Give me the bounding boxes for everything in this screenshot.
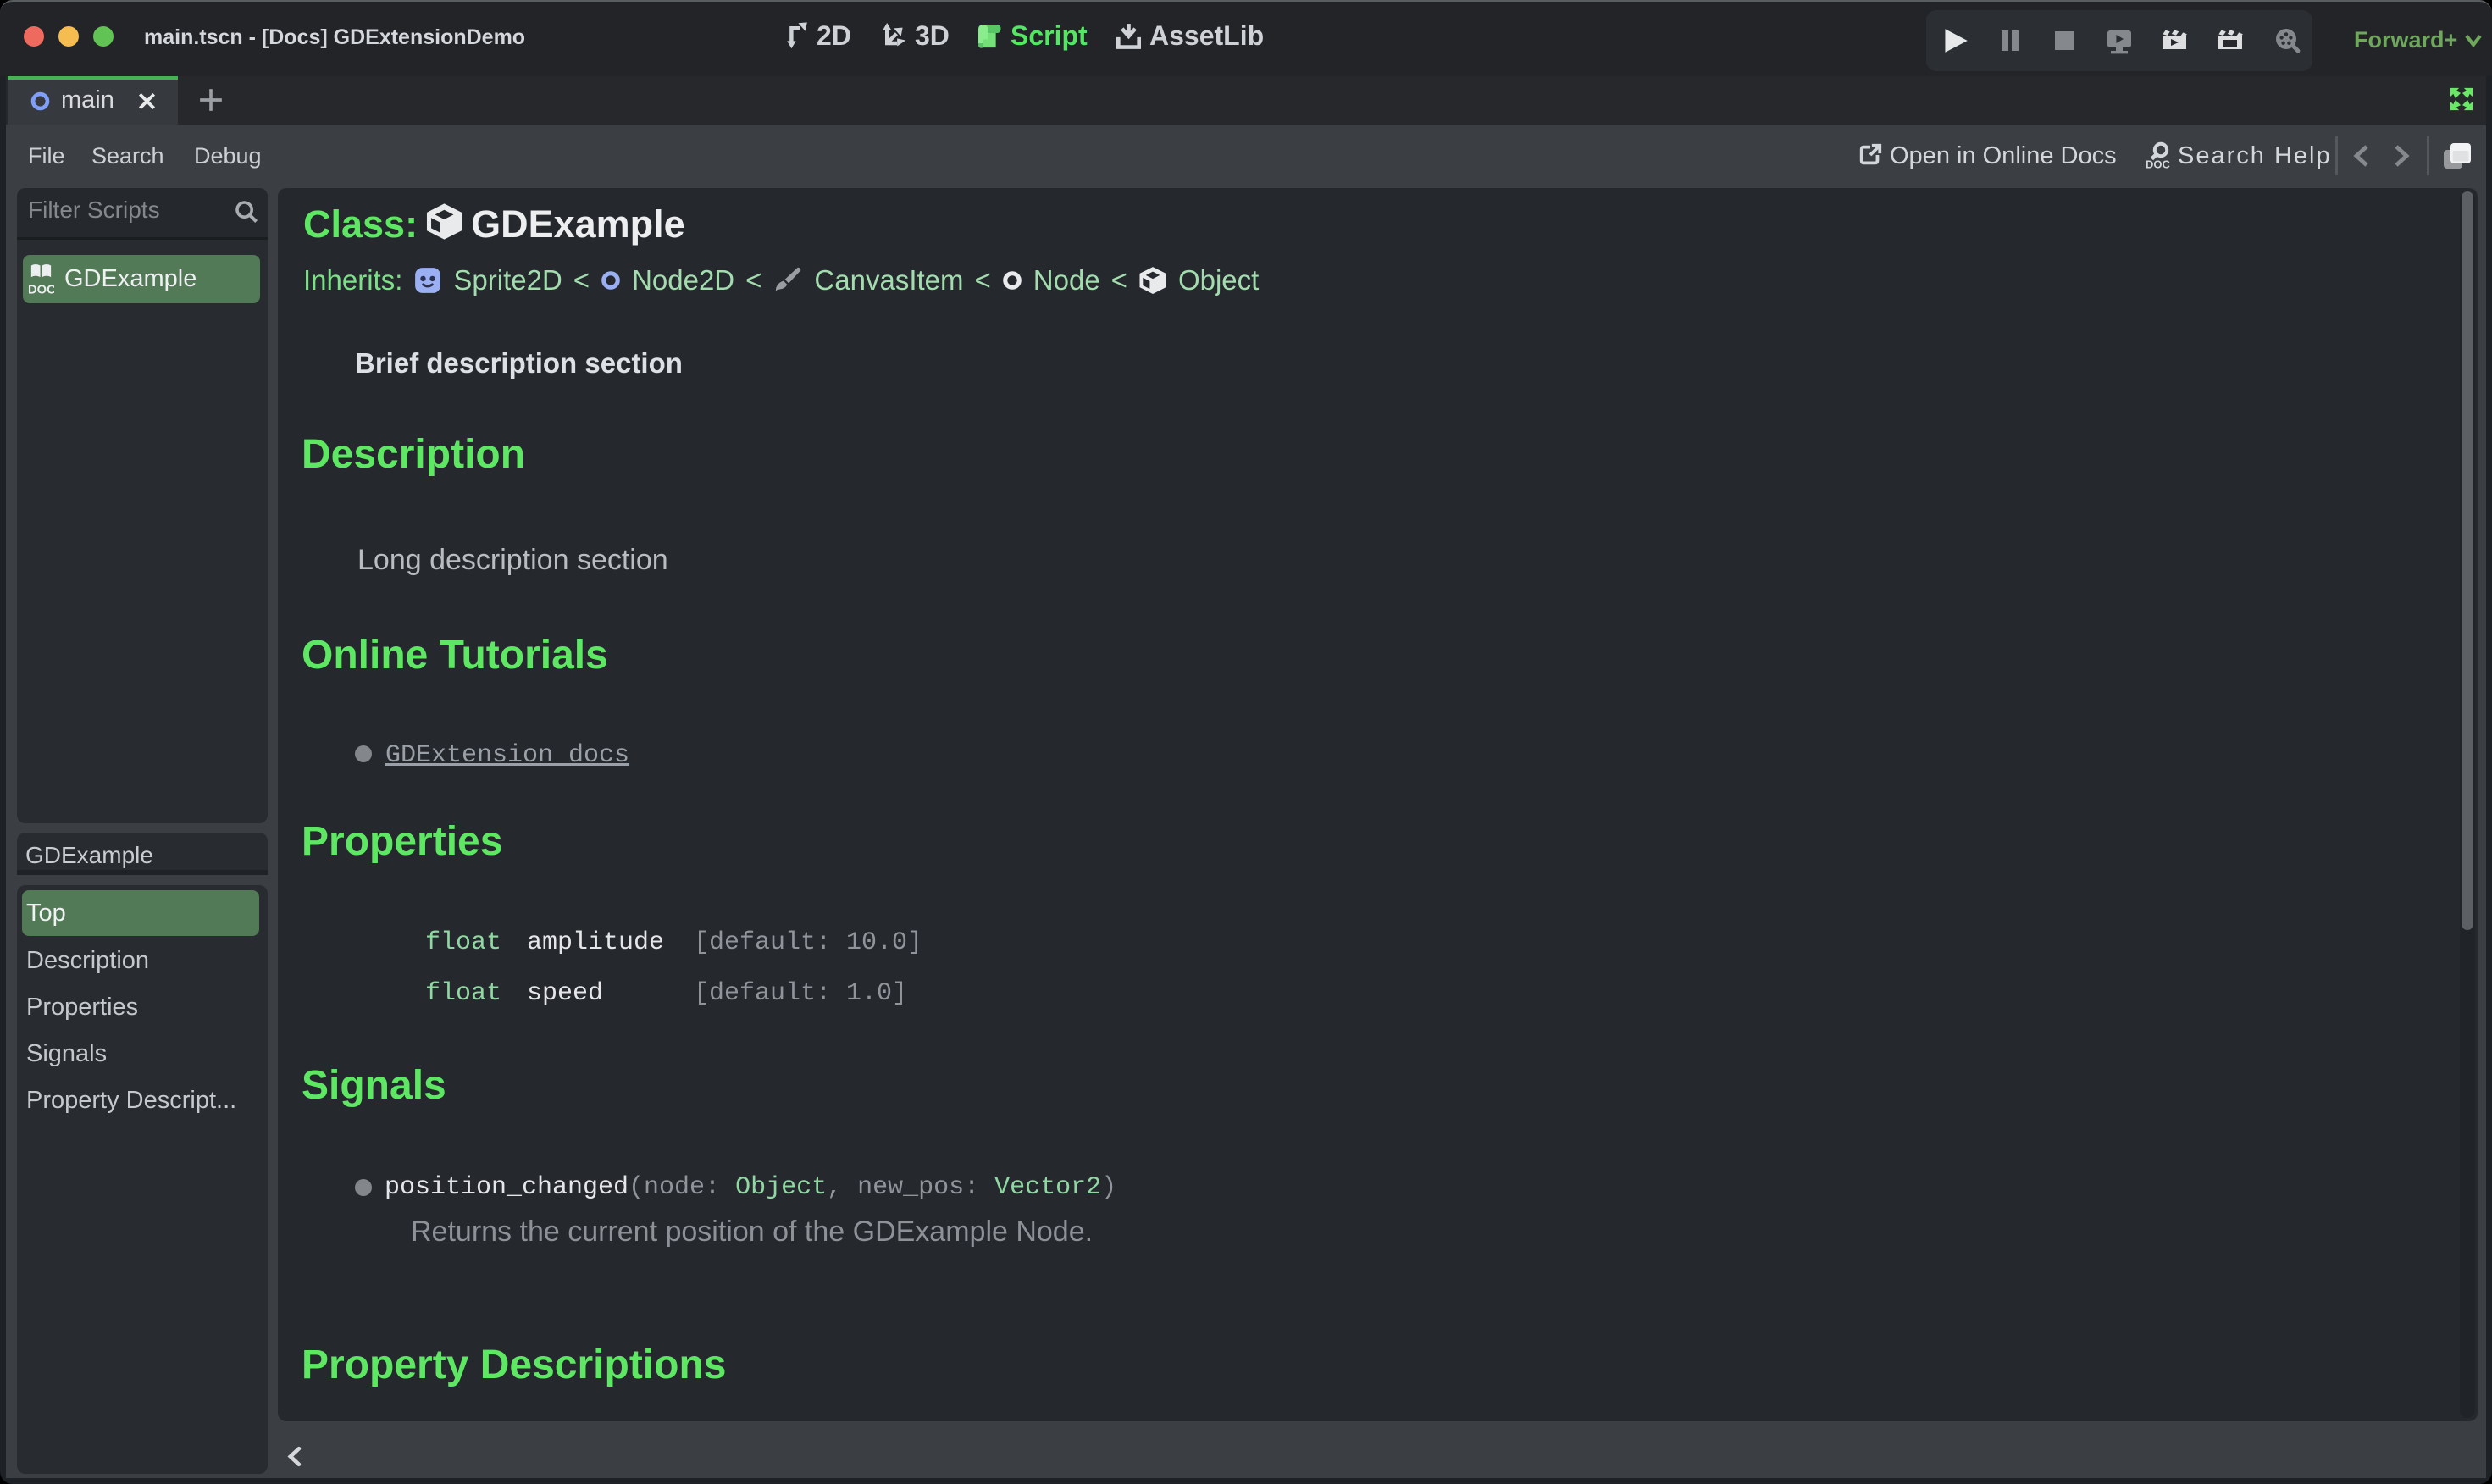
svg-text:DOC: DOC xyxy=(2146,158,2171,170)
svg-text:DOC: DOC xyxy=(28,283,54,296)
